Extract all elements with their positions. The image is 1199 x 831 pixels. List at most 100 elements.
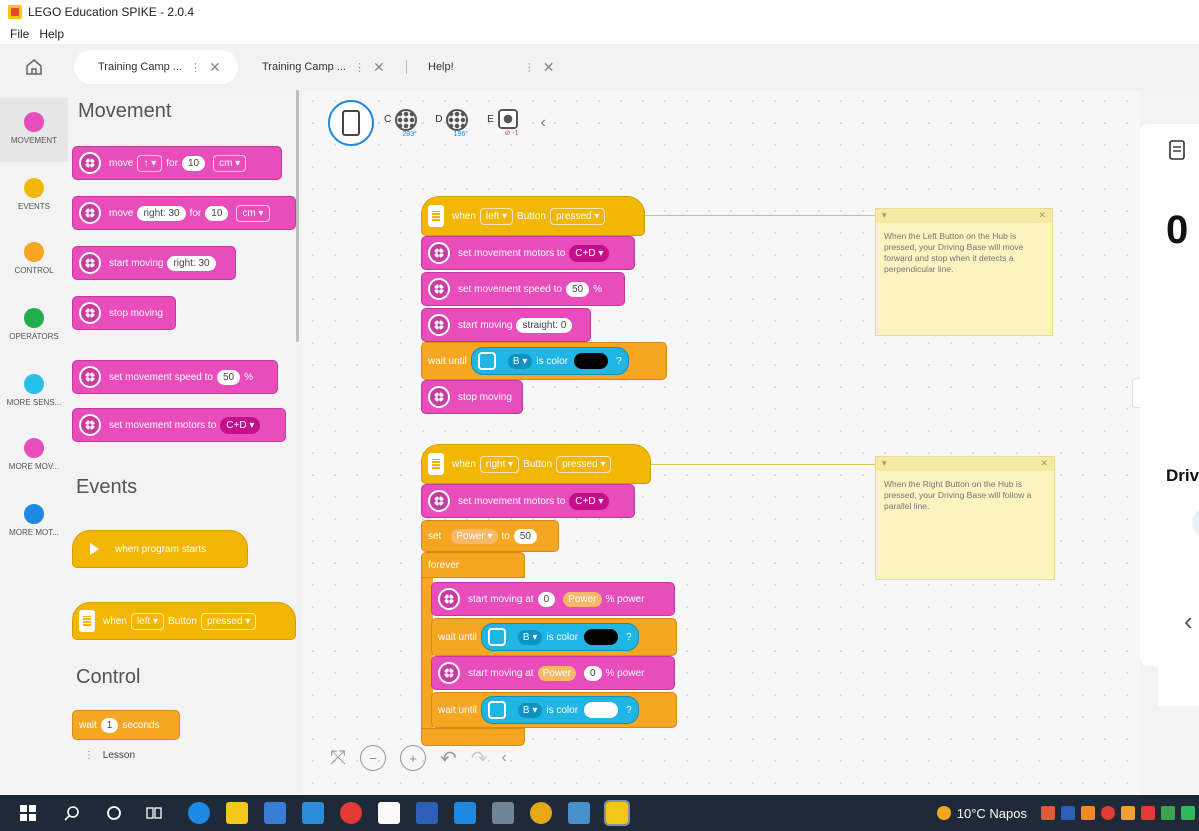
spike-taskbar-icon[interactable] xyxy=(604,800,630,826)
comment-text[interactable]: When the Left Button on the Hub is press… xyxy=(876,223,1052,283)
script1-wait-until[interactable]: wait until B ▾ is color ? xyxy=(421,342,667,380)
block-when-program-starts[interactable]: when program starts xyxy=(72,530,248,568)
seconds-input[interactable]: 1 xyxy=(100,717,119,733)
block-set-motors[interactable]: set movement motors to C+D ▾ xyxy=(72,408,286,442)
tab-training-camp-1[interactable]: Training Camp ... ⋮ ✕ xyxy=(74,50,238,84)
comment-text[interactable]: When the Right Button on the Hub is pres… xyxy=(876,471,1054,520)
menu-file[interactable]: File xyxy=(10,27,29,41)
category-movement[interactable]: MOVEMENT xyxy=(0,98,68,162)
remote-desktop-icon[interactable] xyxy=(568,802,590,824)
script2-start-moving-at-1[interactable]: start moving at 0 Power % power xyxy=(431,582,675,616)
motors-dropdown[interactable]: C+D ▾ xyxy=(220,416,261,434)
is-color-sensor-block[interactable]: B ▾ is color ? xyxy=(480,623,639,651)
close-icon[interactable]: ✕ xyxy=(1040,458,1048,470)
port-d[interactable]: D 196° xyxy=(435,108,469,138)
direction-dropdown[interactable]: ↑ ▾ xyxy=(137,154,163,172)
color-swatch-black[interactable] xyxy=(574,353,609,369)
category-more-sensors[interactable]: MORE SENS... xyxy=(0,374,68,407)
steer-input[interactable]: right: 30 xyxy=(137,205,186,221)
tab-close-icon[interactable]: ✕ xyxy=(209,59,221,76)
chrome-icon[interactable] xyxy=(530,802,552,824)
block-stop-moving[interactable]: stop moving xyxy=(72,296,176,330)
variable-dropdown[interactable]: Power ▾ xyxy=(451,528,498,544)
is-color-sensor-block[interactable]: B ▾ is color ? xyxy=(470,347,629,375)
chevron-left-icon[interactable]: ‹ xyxy=(541,114,546,132)
is-color-sensor-block[interactable]: B ▾ is color ? xyxy=(480,696,639,724)
port-dropdown[interactable]: B ▾ xyxy=(517,629,543,645)
file-explorer-icon[interactable] xyxy=(226,802,248,824)
side-dropdown[interactable]: left ▾ xyxy=(130,612,165,630)
right-speed-input[interactable]: 0 xyxy=(583,665,602,681)
steer-input[interactable]: right: 30 xyxy=(167,255,216,271)
script2-wait-until-1[interactable]: wait until B ▾ is color ? xyxy=(431,618,677,656)
home-button[interactable] xyxy=(14,52,54,82)
port-e[interactable]: E ⊘ -1 xyxy=(486,109,519,137)
comment-script1[interactable]: ▾ ✕ When the Left Button on the Hub is pr… xyxy=(875,208,1053,336)
script2-set-variable[interactable]: set Power ▾ to 50 xyxy=(421,520,559,552)
motors-dropdown[interactable]: C+D ▾ xyxy=(569,244,610,262)
palette-scrollbar[interactable] xyxy=(296,90,299,342)
value-input[interactable]: 50 xyxy=(513,528,537,544)
store-icon[interactable] xyxy=(264,802,286,824)
mail-icon[interactable] xyxy=(302,802,324,824)
steer-input[interactable]: straight: 0 xyxy=(516,317,573,333)
state-dropdown[interactable]: pressed ▾ xyxy=(549,207,606,225)
cortana-icon[interactable] xyxy=(106,805,122,821)
category-more-motors[interactable]: MORE MOT... xyxy=(0,504,68,537)
power-variable[interactable]: Power xyxy=(563,591,602,607)
chevron-left-icon[interactable]: ‹ xyxy=(502,749,507,767)
distance-input[interactable]: 10 xyxy=(181,155,206,171)
script1-when-button[interactable]: when left ▾ Button pressed ▾ xyxy=(421,196,645,236)
color-swatch-black[interactable] xyxy=(584,629,619,645)
search-icon[interactable] xyxy=(64,805,80,821)
opera-icon[interactable] xyxy=(340,802,362,824)
left-speed-input[interactable]: 0 xyxy=(537,591,556,607)
tab-close-icon[interactable]: ✕ xyxy=(543,59,555,76)
tray-app-icon[interactable] xyxy=(1181,806,1195,820)
script1-stop-moving[interactable]: stop moving xyxy=(421,380,523,414)
port-c[interactable]: C 283° xyxy=(384,108,418,138)
close-icon[interactable]: ✕ xyxy=(1038,210,1046,222)
chevron-left-icon[interactable]: ‹ xyxy=(1184,606,1193,637)
category-operators[interactable]: OPERATORS xyxy=(0,308,68,341)
tray-app-icon[interactable] xyxy=(1121,806,1135,820)
category-more-movement[interactable]: MORE MOV... xyxy=(0,438,68,471)
tray-opera-icon[interactable] xyxy=(1101,806,1115,820)
redo-icon[interactable]: ↷ xyxy=(471,746,488,771)
side-dropdown[interactable]: right ▾ xyxy=(479,455,520,473)
script2-forever[interactable]: forever xyxy=(421,552,525,578)
calculator-icon[interactable] xyxy=(492,802,514,824)
block-wait-seconds[interactable]: wait 1 seconds xyxy=(72,710,180,740)
script1-set-motors[interactable]: set movement motors to C+D ▾ xyxy=(421,236,635,270)
undo-icon[interactable]: ↶ xyxy=(440,746,457,771)
tab-close-icon[interactable]: ✕ xyxy=(373,59,385,76)
hub-connect-button[interactable] xyxy=(328,100,374,146)
edge-icon[interactable] xyxy=(188,802,210,824)
weather-text[interactable]: 10°C Napos xyxy=(957,806,1027,821)
recenter-icon[interactable]: ⤧ xyxy=(330,747,346,770)
tab-help[interactable]: Help! ⋮ ✕ xyxy=(418,50,568,84)
block-when-button-pressed[interactable]: when left ▾ Button pressed ▾ xyxy=(72,602,296,640)
tray-app-icon[interactable] xyxy=(1141,806,1155,820)
speed-input[interactable]: 50 xyxy=(216,369,241,385)
tab-training-camp-2[interactable]: Training Camp ... ⋮ ✕ xyxy=(252,50,402,84)
power-variable[interactable]: Power xyxy=(537,665,576,681)
script1-start-moving[interactable]: start moving straight: 0 xyxy=(421,308,591,342)
comment-script2[interactable]: ▾ ✕ When the Right Button on the Hub is p… xyxy=(875,456,1055,580)
color-swatch-white[interactable] xyxy=(584,702,619,718)
state-dropdown[interactable]: pressed ▾ xyxy=(200,612,257,630)
script2-when-button[interactable]: when right ▾ Button pressed ▾ xyxy=(421,444,651,484)
script2-wait-until-2[interactable]: wait until B ▾ is color ? xyxy=(431,692,677,728)
script2-start-moving-at-2[interactable]: start moving at Power 0 % power xyxy=(431,656,675,690)
zoom-in-icon[interactable]: + xyxy=(400,745,426,771)
block-start-moving[interactable]: start moving right: 30 xyxy=(72,246,236,280)
category-events[interactable]: EVENTS xyxy=(0,178,68,211)
zoom-out-icon[interactable]: − xyxy=(360,745,386,771)
script2-set-motors[interactable]: set movement motors to C+D ▾ xyxy=(421,484,635,518)
document-icon[interactable] xyxy=(1168,140,1186,160)
tab-kebab-icon[interactable]: ⋮ xyxy=(190,61,201,74)
tray-app-icon[interactable] xyxy=(1161,806,1175,820)
notepad-icon[interactable] xyxy=(378,802,400,824)
block-set-speed[interactable]: set movement speed to 50 % xyxy=(72,360,278,394)
state-dropdown[interactable]: pressed ▾ xyxy=(556,455,612,473)
